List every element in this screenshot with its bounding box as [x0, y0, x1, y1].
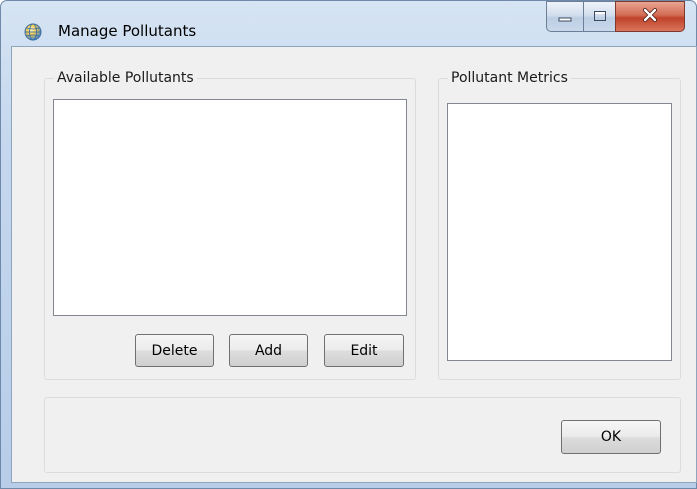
close-button[interactable] — [615, 1, 685, 32]
maximize-button[interactable] — [583, 1, 616, 32]
minimize-button[interactable] — [546, 1, 584, 32]
footer-panel: OK — [44, 397, 681, 473]
manage-pollutants-window: Manage Pollutants Available Pollutants D… — [0, 0, 697, 489]
window-title: Manage Pollutants — [58, 22, 197, 40]
available-pollutants-group: Available Pollutants Delete Add Edit — [44, 70, 416, 380]
pollutant-metrics-list[interactable] — [447, 103, 672, 361]
pollutant-metrics-label: Pollutant Metrics — [448, 70, 571, 86]
available-pollutants-label: Available Pollutants — [54, 70, 197, 86]
add-button[interactable]: Add — [229, 334, 308, 367]
close-icon — [642, 7, 658, 26]
globe-icon — [24, 23, 42, 41]
delete-button[interactable]: Delete — [135, 334, 214, 367]
dialog-client-area: Available Pollutants Delete Add Edit Pol… — [11, 46, 697, 483]
maximize-icon — [593, 7, 607, 26]
edit-button[interactable]: Edit — [324, 334, 404, 367]
ok-button[interactable]: OK — [561, 420, 661, 454]
available-pollutants-list[interactable] — [53, 99, 407, 316]
pollutant-metrics-group: Pollutant Metrics — [438, 70, 681, 380]
window-controls — [546, 1, 686, 33]
title-bar[interactable]: Manage Pollutants — [1, 1, 696, 41]
minimize-icon — [558, 7, 572, 26]
